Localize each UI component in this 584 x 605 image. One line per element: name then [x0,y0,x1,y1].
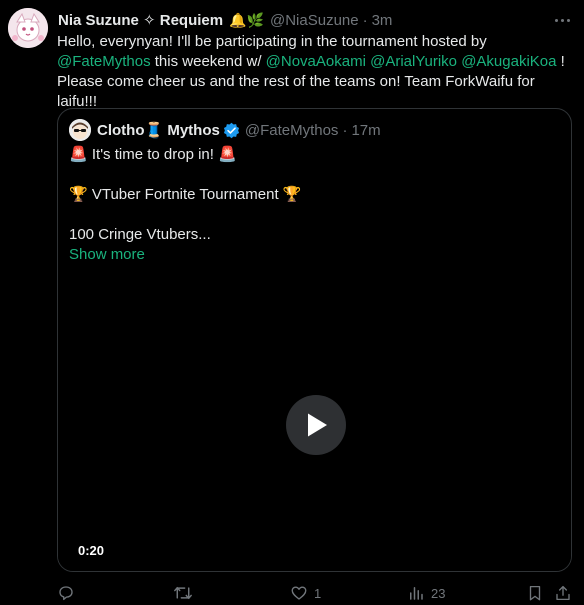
post-text-line-3: Please come cheer us and the rest of the… [57,73,535,110]
verified-icon [223,122,239,138]
author-name[interactable]: Nia Suzune ✧ Requiem [58,11,223,29]
post-text-line-1: Hello, everynyan! I'll be participating … [57,33,487,50]
quoted-author-handle[interactable]: @FateMythos [245,122,339,139]
repost-icon [174,586,192,600]
quoted-post-header: Clotho🧵 Mythos @FateMythos · 17m [69,119,561,141]
bookmark-button[interactable] [526,582,544,604]
separator-dot: · [362,11,368,29]
trophy-emoji-right: 🏆 [282,186,302,203]
quoted-line-2: 🏆 VTuber Fortnite Tournament 🏆 [69,185,559,205]
quoted-author-avatar[interactable] [69,119,91,141]
siren-emoji-right: 🚨 [218,146,237,163]
mention-akugakikoa[interactable]: @AkugakiKoa [461,53,556,70]
play-icon [308,413,327,437]
quoted-blank-2 [69,205,559,225]
quoted-author-name-emoji: 🧵 [144,122,164,139]
post-actions: 1 23 [57,582,572,604]
bookmark-icon [529,585,541,601]
quoted-line-3: 100 Cringe Vtubers... [69,226,211,243]
quoted-author-name[interactable]: Clotho🧵 Mythos [97,121,220,139]
share-button[interactable] [554,582,572,604]
repost-button[interactable] [173,582,199,604]
quoted-line-2-text: VTuber Fortnite Tournament [87,186,283,203]
show-more-link[interactable]: Show more [69,245,559,265]
trophy-emoji-left: 🏆 [69,186,88,203]
share-icon [556,585,570,601]
views-icon [410,587,423,600]
quoted-author-name-a: Clotho [97,122,145,139]
like-button[interactable]: 1 [290,582,321,604]
siren-emoji-left: 🚨 [69,146,88,163]
post-text-mid: this weekend w/ [150,53,266,70]
post: Nia Suzune ✧ Requiem 🔔🌿 @NiaSuzune · 3m … [0,0,584,605]
author-avatar[interactable] [8,8,48,48]
post-text: Hello, everynyan! I'll be participating … [57,32,577,112]
video-duration: 0:20 [78,543,105,558]
play-button[interactable] [286,395,346,455]
author-name-emojis: 🔔🌿 [229,11,264,28]
like-icon [291,586,307,600]
quoted-post[interactable]: Clotho🧵 Mythos @FateMythos · 17m 🚨 It's … [57,108,572,572]
reply-button[interactable] [57,582,81,604]
author-handle[interactable]: @NiaSuzune [270,12,359,29]
reply-icon [59,586,73,601]
quoted-author-name-b: Mythos [163,122,220,139]
quoted-separator-dot: · [342,121,348,139]
quoted-line-1: 🚨 It's time to drop in! 🚨 [69,145,559,165]
views-count: 23 [431,585,446,601]
quoted-post-text: 🚨 It's time to drop in! 🚨 🏆 VTuber Fortn… [69,145,559,265]
mention-fatemythos[interactable]: @FateMythos [57,53,151,70]
mention-arialyuriko[interactable]: @ArialYuriko [370,53,457,70]
quoted-avatar-icon [69,119,91,141]
more-icon[interactable] [550,10,574,30]
mention-novaaokami[interactable]: @NovaAokami [266,53,366,70]
post-text-line-2: @FateMythos this weekend w/ @NovaAokami … [57,52,577,72]
post-header: Nia Suzune ✧ Requiem 🔔🌿 @NiaSuzune · 3m [58,10,564,30]
views-button[interactable]: 23 [407,582,445,604]
avatar-icon [8,8,48,48]
post-text-end: ! [556,53,565,70]
quoted-line-1-text: It's time to drop in! [87,146,219,163]
quoted-post-time[interactable]: 17m [351,122,380,139]
quoted-blank-1 [69,165,559,185]
video-player[interactable]: 0:20 [58,269,571,571]
post-time[interactable]: 3m [372,12,393,29]
like-count: 1 [314,585,322,601]
